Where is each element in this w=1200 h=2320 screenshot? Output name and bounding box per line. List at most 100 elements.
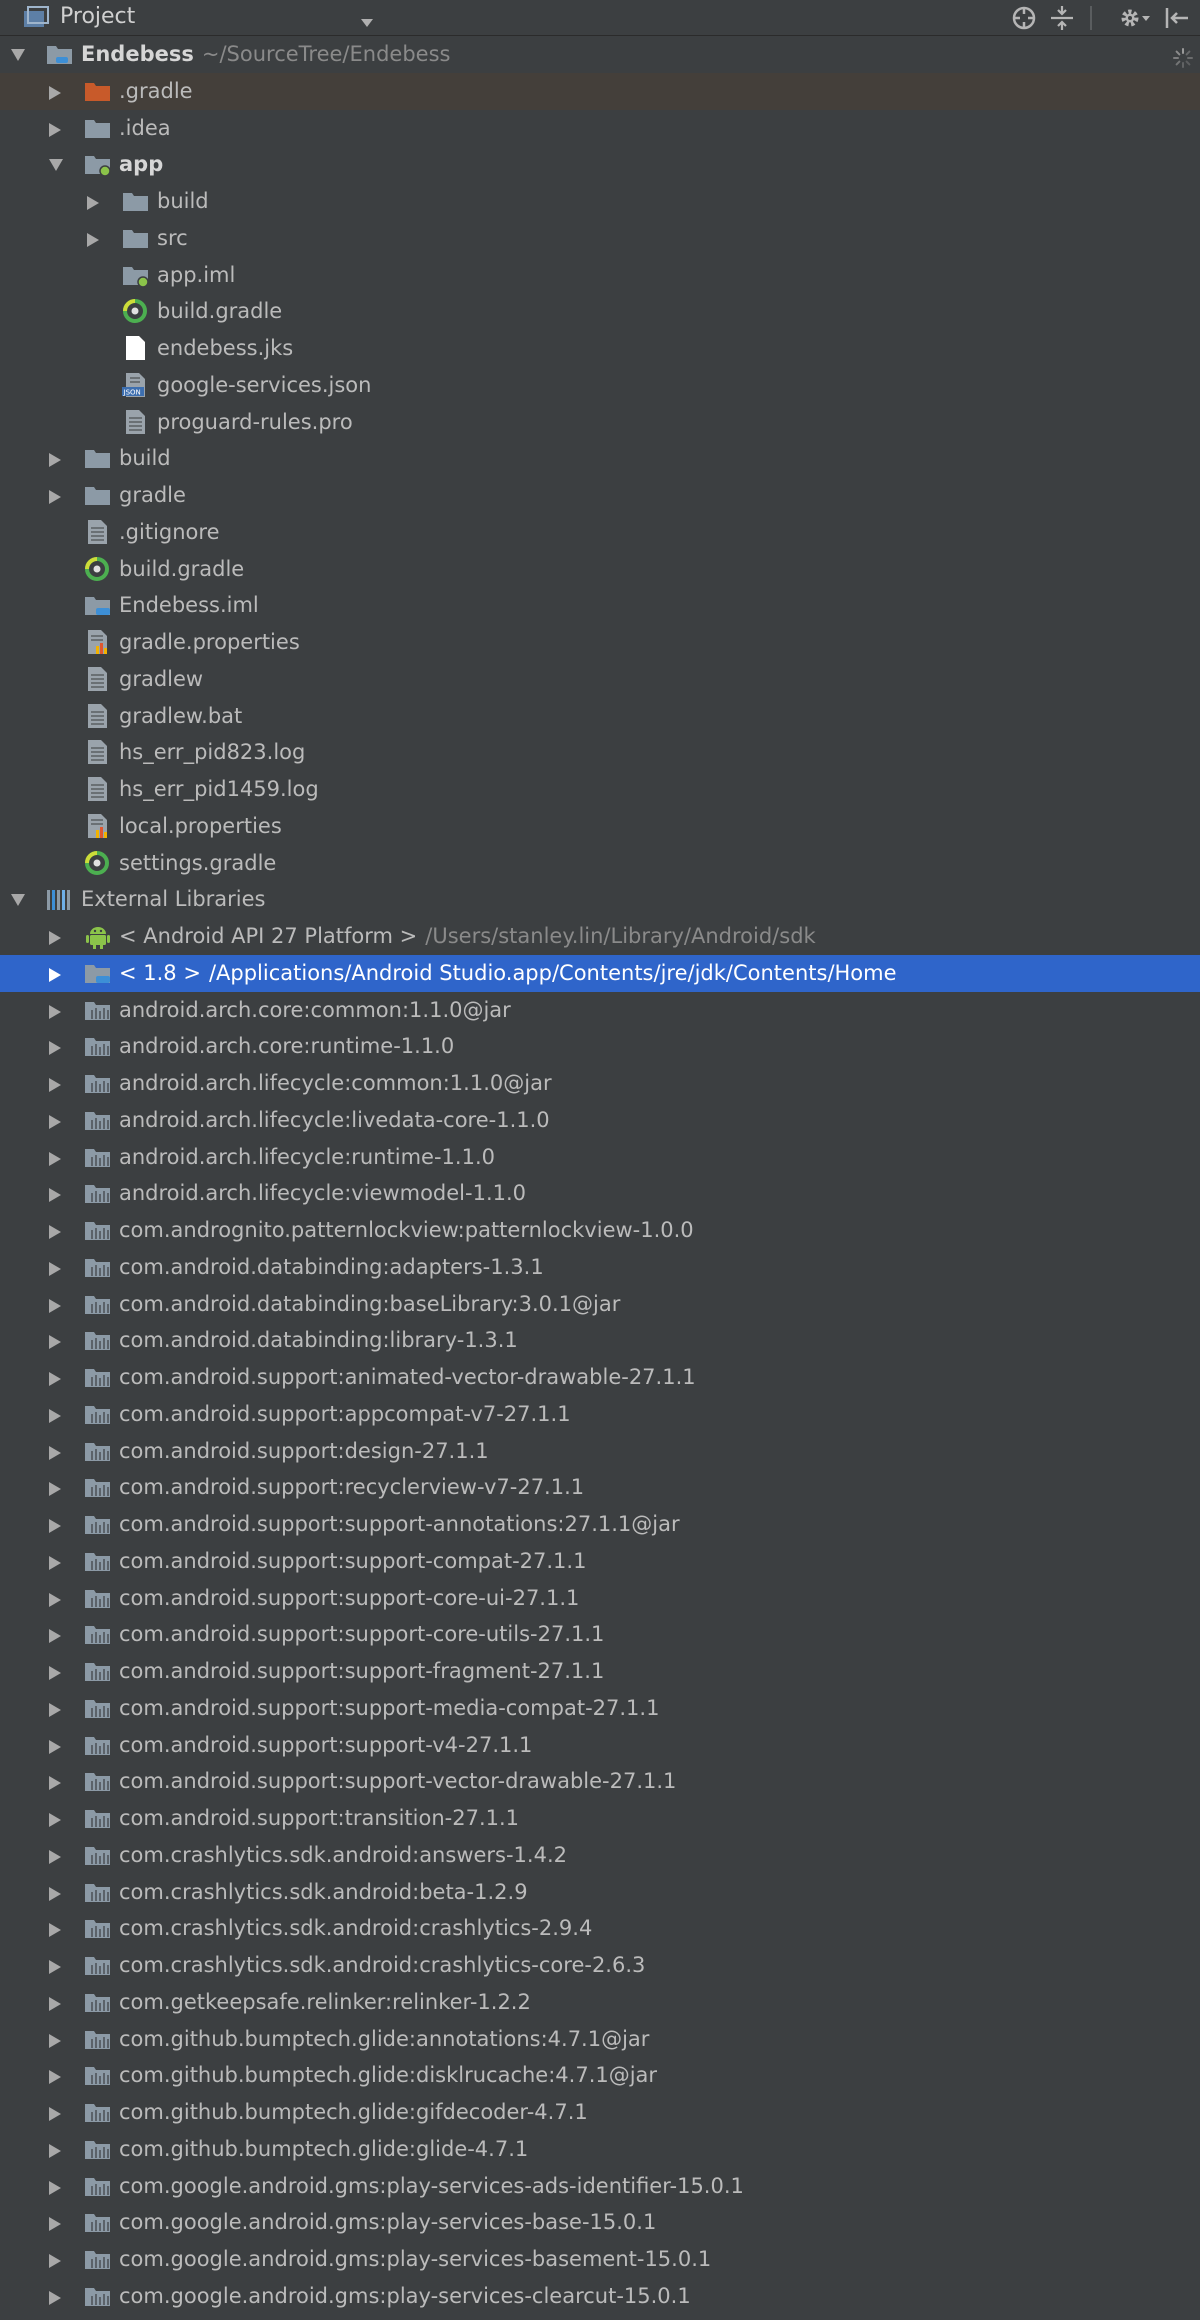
expand-arrow-icon[interactable] [46, 1175, 66, 1211]
tree-row[interactable]: android.arch.lifecycle:common:1.1.0@jar [0, 1065, 1200, 1102]
tree-row[interactable]: com.android.support:support-annotations:… [0, 1506, 1200, 1543]
expand-arrow-icon[interactable] [46, 1580, 66, 1616]
expand-arrow-icon[interactable] [46, 1433, 66, 1469]
project-tree[interactable]: Endebess ~/SourceTree/Endebess .gradle .id… [0, 36, 1200, 2315]
expand-arrow-icon[interactable] [46, 955, 66, 991]
tree-row[interactable]: com.github.bumptech.glide:glide-4.7.1 [0, 2131, 1200, 2168]
tree-row[interactable]: com.getkeepsafe.relinker:relinker-1.2.2 [0, 1984, 1200, 2021]
collapse-all-icon[interactable] [1048, 4, 1078, 32]
tree-row[interactable]: .idea [0, 110, 1200, 147]
expand-arrow-icon[interactable] [46, 2131, 66, 2167]
expand-arrow-icon[interactable] [46, 1984, 66, 2020]
expand-arrow-icon[interactable] [46, 1102, 66, 1138]
tree-row[interactable]: android.arch.core:common:1.1.0@jar [0, 992, 1200, 1029]
tree-row[interactable]: < Android API 27 Platform > /Users/stanle… [0, 918, 1200, 955]
tree-row[interactable]: com.android.support:support-v4-27.1.1 [0, 1727, 1200, 1764]
expand-arrow-icon[interactable] [46, 2168, 66, 2204]
tree-row[interactable]: com.android.support:animated-vector-draw… [0, 1359, 1200, 1396]
tree-row[interactable]: com.crashlytics.sdk.android:crashlytics-… [0, 1910, 1200, 1947]
expand-arrow-icon[interactable] [46, 992, 66, 1028]
expand-arrow-icon[interactable] [46, 477, 66, 513]
tree-row[interactable]: com.android.support:transition-27.1.1 [0, 1800, 1200, 1837]
tree-row[interactable]: External Libraries [0, 881, 1200, 918]
tree-row[interactable]: android.arch.lifecycle:viewmodel-1.1.0 [0, 1175, 1200, 1212]
tree-row[interactable]: com.android.support:support-fragment-27.… [0, 1653, 1200, 1690]
expand-arrow-icon[interactable] [46, 2094, 66, 2130]
tree-row[interactable]: src [0, 220, 1200, 257]
tree-row[interactable]: build.gradle [0, 551, 1200, 588]
tree-row[interactable]: com.github.bumptech.glide:annotations:4.… [0, 2021, 1200, 2058]
tree-row[interactable]: gradle [0, 477, 1200, 514]
tree-row[interactable]: com.android.support:recyclerview-v7-27.1… [0, 1469, 1200, 1506]
tree-row[interactable]: com.android.support:appcompat-v7-27.1.1 [0, 1396, 1200, 1433]
tree-row[interactable]: proguard-rules.pro [0, 404, 1200, 441]
expand-arrow-icon[interactable] [46, 110, 66, 146]
project-view-selector[interactable]: Project [60, 4, 135, 29]
tree-row-root[interactable]: Endebess ~/SourceTree/Endebess [0, 36, 1200, 73]
expand-arrow-icon[interactable] [46, 1065, 66, 1101]
tree-row[interactable]: build.gradle [0, 293, 1200, 330]
tree-row[interactable]: app.iml [0, 257, 1200, 294]
expand-arrow-icon[interactable] [84, 220, 104, 256]
tree-row[interactable]: com.github.bumptech.glide:gifdecoder-4.7… [0, 2094, 1200, 2131]
tree-row[interactable]: android.arch.lifecycle:livedata-core-1.1… [0, 1102, 1200, 1139]
expand-arrow-icon[interactable] [46, 1947, 66, 1983]
expand-arrow-icon[interactable] [46, 1910, 66, 1946]
tree-row[interactable]: gradle.properties [0, 624, 1200, 661]
tree-row[interactable]: com.android.databinding:adapters-1.3.1 [0, 1249, 1200, 1286]
tree-row[interactable]: com.google.android.gms:play-services-bas… [0, 2241, 1200, 2278]
tree-row[interactable]: com.andrognito.patternlockview:patternlo… [0, 1212, 1200, 1249]
tree-row[interactable]: hs_err_pid1459.log [0, 771, 1200, 808]
tree-row[interactable]: app [0, 146, 1200, 183]
expand-arrow-icon[interactable] [46, 1506, 66, 1542]
collapse-arrow-icon[interactable] [46, 146, 66, 182]
tree-row[interactable]: build [0, 183, 1200, 220]
tree-row[interactable]: gradlew [0, 661, 1200, 698]
tree-row[interactable]: < 1.8 > /Applications/Android Studio.app/… [0, 954, 1200, 992]
tree-row[interactable]: build [0, 440, 1200, 477]
expand-arrow-icon[interactable] [46, 1286, 66, 1322]
expand-arrow-icon[interactable] [46, 2241, 66, 2277]
expand-arrow-icon[interactable] [46, 73, 66, 109]
tree-row[interactable]: gradlew.bat [0, 698, 1200, 735]
tree-row[interactable]: settings.gradle [0, 845, 1200, 882]
tree-row[interactable]: local.properties [0, 808, 1200, 845]
expand-arrow-icon[interactable] [46, 1653, 66, 1689]
expand-arrow-icon[interactable] [46, 2057, 66, 2093]
tree-row[interactable]: com.crashlytics.sdk.android:answers-1.4.… [0, 1837, 1200, 1874]
expand-arrow-icon[interactable] [46, 1212, 66, 1248]
hide-panel-icon[interactable] [1162, 4, 1192, 32]
tree-row[interactable]: JSON google-services.json [0, 367, 1200, 404]
expand-arrow-icon[interactable] [46, 1837, 66, 1873]
gear-icon[interactable] [1118, 4, 1150, 32]
collapse-arrow-icon[interactable] [8, 881, 28, 917]
tree-row[interactable]: com.android.support:support-core-utils-2… [0, 1616, 1200, 1653]
tree-row[interactable]: com.crashlytics.sdk.android:crashlytics-… [0, 1947, 1200, 1984]
tree-row[interactable]: com.android.support:support-media-compat… [0, 1690, 1200, 1727]
expand-arrow-icon[interactable] [46, 2204, 66, 2240]
expand-arrow-icon[interactable] [8, 36, 28, 72]
expand-arrow-icon[interactable] [46, 1763, 66, 1799]
expand-arrow-icon[interactable] [46, 1359, 66, 1395]
tree-row[interactable]: endebess.jks [0, 330, 1200, 367]
tree-row[interactable]: .gradle [0, 72, 1200, 110]
expand-arrow-icon[interactable] [46, 1396, 66, 1432]
expand-arrow-icon[interactable] [46, 1874, 66, 1910]
tree-row[interactable]: com.android.databinding:library-1.3.1 [0, 1322, 1200, 1359]
tree-row[interactable]: com.github.bumptech.glide:disklrucache:4… [0, 2057, 1200, 2094]
expand-arrow-icon[interactable] [46, 1139, 66, 1175]
chevron-down-icon[interactable] [360, 13, 374, 32]
tree-row[interactable]: hs_err_pid823.log [0, 734, 1200, 771]
expand-arrow-icon[interactable] [46, 1690, 66, 1726]
expand-arrow-icon[interactable] [46, 1727, 66, 1763]
expand-arrow-icon[interactable] [46, 1028, 66, 1064]
expand-arrow-icon[interactable] [46, 1322, 66, 1358]
tree-row[interactable]: com.android.support:design-27.1.1 [0, 1433, 1200, 1470]
tree-row[interactable]: Endebess.iml [0, 587, 1200, 624]
expand-arrow-icon[interactable] [46, 1800, 66, 1836]
tree-row[interactable]: .gitignore [0, 514, 1200, 551]
crosshair-icon[interactable] [1010, 4, 1040, 32]
tree-row[interactable]: com.google.android.gms:play-services-cle… [0, 2278, 1200, 2315]
expand-arrow-icon[interactable] [46, 918, 66, 954]
expand-arrow-icon[interactable] [46, 2021, 66, 2057]
